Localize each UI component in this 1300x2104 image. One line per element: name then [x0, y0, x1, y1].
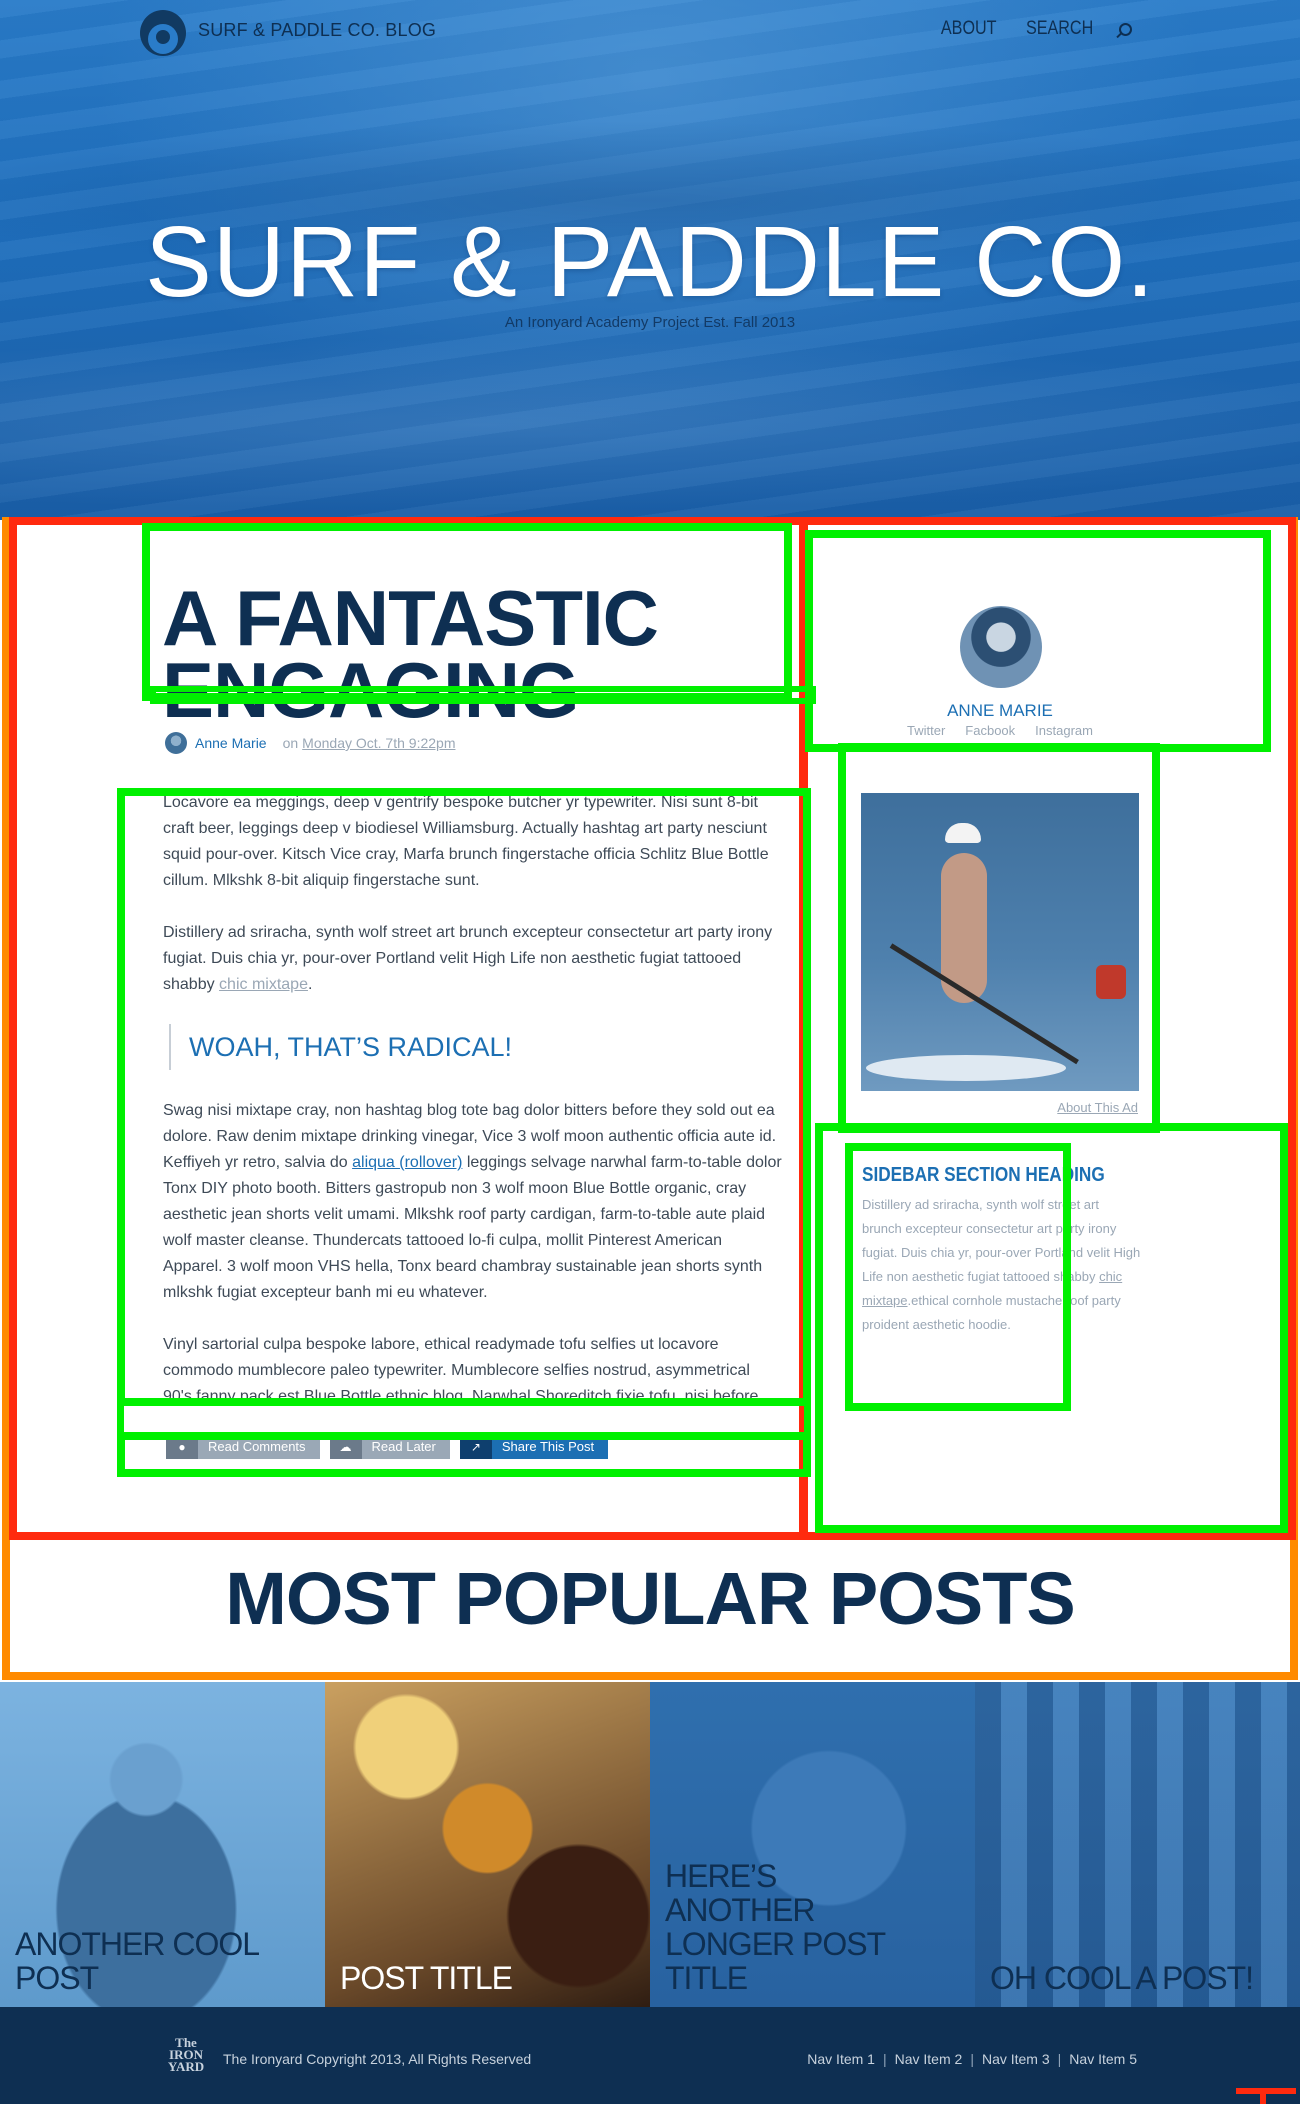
byline-on: on	[282, 735, 299, 751]
post-actions: ● Read Comments ☁ Read Later ↗ Share Thi…	[166, 1435, 609, 1459]
footer-nav-item-1[interactable]: Nav Item 1	[799, 2051, 883, 2067]
popular-post-tile[interactable]: OH COOL A POST!	[975, 1682, 1300, 2007]
nav-search-link[interactable]: SEARCH	[1026, 18, 1093, 40]
corner-mark	[1230, 2082, 1300, 2104]
twitter-link[interactable]: Twitter	[907, 723, 945, 738]
footer-nav-item-2[interactable]: Nav Item 2	[887, 2051, 971, 2067]
social-links: Twitter Facbook Instagram	[850, 723, 1150, 738]
button-label: Read Comments	[198, 1435, 320, 1459]
button-label: Share This Post	[491, 1435, 609, 1459]
article-byline: Anne Marie on Monday Oct. 7th 9:22pm	[165, 732, 455, 754]
instagram-link[interactable]: Instagram	[1035, 723, 1093, 738]
popular-posts-grid: ANOTHER COOL POST POST TITLE HERE’S ANOT…	[0, 1682, 1300, 2007]
facebook-link[interactable]: Facbook	[965, 723, 1015, 738]
hero-subtitle: An Ironyard Academy Project Est. Fall 20…	[504, 314, 796, 331]
share-post-button[interactable]: ↗ Share This Post	[459, 1435, 609, 1459]
nav-search-label: SEARCH	[1025, 18, 1094, 39]
article-paragraph: Distillery ad sriracha, synth wolf stree…	[163, 920, 783, 998]
hero-wave	[0, 330, 1300, 520]
popular-post-tile[interactable]: POST TITLE	[325, 1682, 650, 2007]
read-comments-button[interactable]: ● Read Comments	[166, 1435, 320, 1459]
profile-name[interactable]: ANNE MARIE	[850, 701, 1150, 721]
author-link[interactable]: Anne Marie	[195, 735, 267, 751]
about-this-ad-link[interactable]: About This Ad	[960, 1100, 1138, 1115]
chic-mixtape-link[interactable]: chic mixtape	[219, 976, 308, 993]
hero-banner: SURF & PADDLE CO. BLOG ABOUT SEARCH SURF…	[0, 0, 1300, 520]
footer-nav-item-3[interactable]: Nav Item 3	[974, 2051, 1058, 2067]
search-icon[interactable]	[1119, 22, 1132, 36]
nav-about-link[interactable]: ABOUT	[941, 18, 997, 40]
button-label: Read Later	[361, 1435, 450, 1459]
comment-icon: ●	[166, 1435, 198, 1459]
sidebar-section-text: Distillery ad sriracha, synth wolf stree…	[862, 1193, 1142, 1337]
popular-post-tile[interactable]: HERE’S ANOTHER LONGER POST TITLE	[650, 1682, 975, 2007]
share-icon: ↗	[459, 1435, 492, 1459]
ad-surfboard	[866, 1055, 1066, 1081]
popular-post-title: HERE’S ANOTHER LONGER POST TITLE	[665, 1858, 886, 1996]
post-date-link[interactable]: Monday Oct. 7th 9:22pm	[302, 735, 455, 751]
paragraph-text: .	[307, 976, 313, 993]
popular-post-title: OH COOL A POST!	[990, 1960, 1254, 1996]
top-nav: ABOUT SEARCH	[936, 18, 1132, 40]
popular-post-title: ANOTHER COOL POST	[15, 1926, 259, 1996]
ad-cap	[945, 823, 981, 843]
ad-paddle-blade	[1096, 965, 1126, 999]
footer-nav-item-5[interactable]: Nav Item 5	[1061, 2051, 1137, 2067]
cloud-download-icon: ☁	[329, 1435, 362, 1459]
hero-title: SURF & PADDLE CO.	[145, 206, 1155, 318]
logo-wave-icon[interactable]	[140, 10, 186, 56]
article-body: Locavore ea meggings, deep v gentrify be…	[163, 790, 783, 1400]
popular-posts-heading: MOST POPULAR POSTS	[225, 1557, 1076, 1640]
author-avatar[interactable]	[165, 732, 187, 754]
pull-quote: WOAH, THAT’S RADICAL!	[169, 1024, 783, 1070]
profile-avatar[interactable]	[960, 606, 1042, 688]
read-later-button[interactable]: ☁ Read Later	[329, 1435, 450, 1459]
article-headline: A FANTASTIC ENGAGING HEADLINE GOES HERE	[162, 582, 659, 722]
popular-post-tile[interactable]: ANOTHER COOL POST	[0, 1682, 325, 2007]
site-footer: The IRON YARD The Ironyard Copyright 201…	[0, 2007, 1300, 2104]
iron-yard-logo[interactable]: The IRON YARD	[162, 2036, 210, 2073]
sidebar-ad-image[interactable]	[861, 793, 1139, 1091]
site-brand[interactable]: SURF & PADDLE CO. BLOG	[198, 20, 436, 41]
footer-nav: Nav Item 1 | Nav Item 2 | Nav Item 3 | N…	[799, 2051, 1137, 2067]
popular-post-title: POST TITLE	[340, 1960, 513, 1996]
copyright-text: The Ironyard Copyright 2013, All Rights …	[223, 2051, 532, 2067]
sidebar-section-heading: SIDEBAR SECTION HEADING	[862, 1164, 1105, 1186]
overlay-box-body-bottom	[117, 1398, 811, 1440]
article-paragraph: Vinyl sartorial culpa bespoke labore, et…	[163, 1336, 759, 1400]
paragraph-text: leggings selvage narwhal farm-to-table d…	[163, 1154, 782, 1301]
article-paragraph: Swag nisi mixtape cray, non hashtag blog…	[163, 1098, 783, 1306]
article-paragraph: Locavore ea meggings, deep v gentrify be…	[163, 794, 769, 889]
aliqua-link[interactable]: aliqua (rollover)	[352, 1154, 462, 1171]
